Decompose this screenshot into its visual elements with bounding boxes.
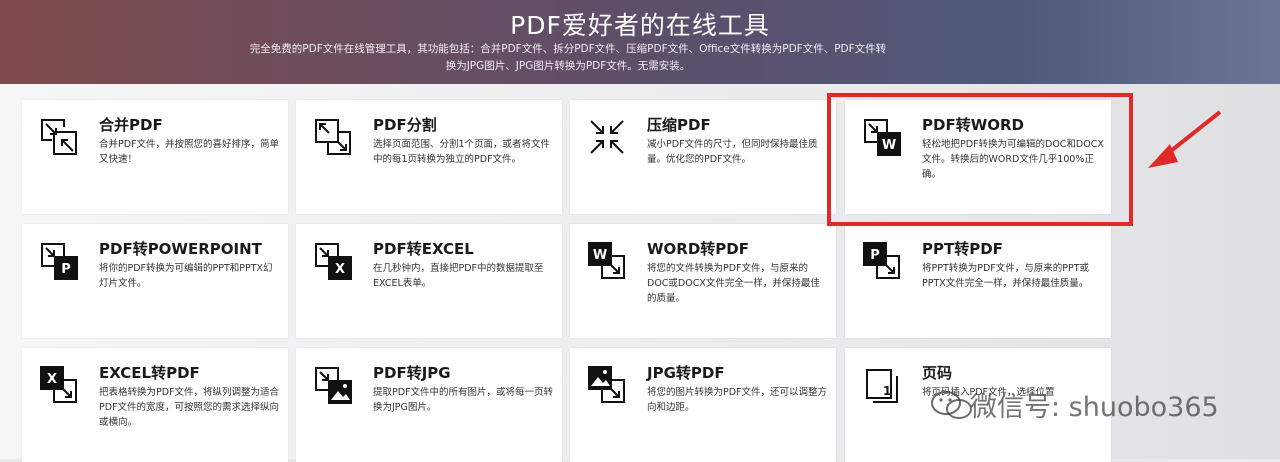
page-subtitle: 完全免费的PDF文件在线管理工具，其功能包括：合并PDF文件、拆分PDF文件、压…: [249, 43, 887, 72]
merge-pdf-icon: [41, 119, 77, 155]
excel-to-pdf-icon: X: [40, 366, 77, 403]
icon-glyph: P: [870, 248, 880, 263]
watermark-text: 微信号: shuobo365: [970, 392, 1219, 423]
tool-title: PDF转EXCEL: [373, 240, 474, 258]
tool-description: 将您的图片转换为PDF文件，还可以调整方向和边距。: [647, 387, 828, 413]
tool-title: PPT转PDF: [922, 240, 1003, 258]
tool-card-pdf-to-powerpoint[interactable]: P PDF转POWERPOINT 将你的PDF转换为可编辑的PPT和PPTX幻灯…: [22, 224, 288, 338]
tool-card-split-pdf[interactable]: PDF分割 选择页面范围、分割1个页面，或者将文件中的每1页转换为独立的PDF文…: [296, 100, 562, 214]
tool-card-word-to-pdf[interactable]: W WORD转PDF 将您的文件转换为PDF文件，与原来的DOC或DOCX文件完…: [570, 224, 836, 338]
tool-description: 减小PDF文件的尺寸，但同时保持最佳质量。优化您的PDF文件。: [647, 139, 818, 165]
red-arrow-icon: [1148, 110, 1222, 168]
watermark: 微信号: shuobo365: [930, 381, 1260, 431]
tool-title: 合并PDF: [99, 116, 163, 134]
tool-title: 压缩PDF: [647, 116, 711, 134]
icon-glyph: W: [593, 248, 607, 263]
jpg-to-pdf-icon: [588, 366, 625, 403]
tool-card-pdf-to-excel[interactable]: X PDF转EXCEL 在几秒钟内，直接把PDF中的数据提取至EXCEL表单。: [296, 224, 562, 338]
icon-glyph: 1: [883, 384, 891, 398]
pdf-to-excel-icon: X: [315, 243, 352, 280]
tool-card-ppt-to-pdf[interactable]: P PPT转PDF 将PPT转换为PDF文件，与原来的PPT或PPTX文件完全一…: [845, 224, 1111, 338]
pdf-to-jpg-icon: [315, 367, 352, 404]
page-header: PDF爱好者的在线工具 完全免费的PDF文件在线管理工具，其功能包括：合并PDF…: [0, 0, 1280, 84]
tool-card-merge-pdf[interactable]: 合并PDF 合并PDF文件，并按照您的喜好排序，简单又快速！: [22, 100, 288, 214]
icon-glyph: X: [335, 262, 345, 277]
tool-title: EXCEL转PDF: [99, 364, 200, 382]
tool-description: 把表格转换为PDF文件，将纵列调整为适合PDF文件的宽度，可按照您的需求选择纵向…: [99, 387, 280, 428]
tool-card-pdf-to-jpg[interactable]: PDF转JPG 提取PDF文件中的所有图片，或将每一页转换为JPG图片。: [296, 348, 562, 462]
split-pdf-icon: [315, 119, 351, 155]
page-title: PDF爱好者的在线工具: [510, 11, 770, 40]
tool-title: 页码: [922, 364, 953, 382]
tool-title: PDF转JPG: [373, 364, 451, 382]
tool-description: 选择页面范围、分割1个页面，或者将文件中的每1页转换为独立的PDF文件。: [373, 139, 551, 165]
tool-description: 将你的PDF转换为可编辑的PPT和PPTX幻灯片文件。: [99, 263, 273, 289]
tool-title: PDF转POWERPOINT: [99, 240, 262, 258]
wechat-icon: [931, 391, 972, 419]
tool-description: 在几秒钟内，直接把PDF中的数据提取至EXCEL表单。: [373, 263, 544, 289]
compress-pdf-icon: [590, 120, 624, 154]
tool-title: JPG转PDF: [647, 364, 725, 382]
tool-description: 将PPT转换为PDF文件，与原来的PPT或PPTX文件完全一样，并保持最佳质量。: [922, 263, 1090, 289]
tool-card-excel-to-pdf[interactable]: X EXCEL转PDF 把表格转换为PDF文件，将纵列调整为适合PDF文件的宽度…: [22, 348, 288, 462]
tool-description: 合并PDF文件，并按照您的喜好排序，简单又快速！: [99, 139, 280, 165]
highlight-box: [827, 93, 1133, 226]
icon-glyph: P: [61, 262, 71, 277]
word-to-pdf-icon: W: [588, 242, 625, 279]
tool-title: PDF分割: [373, 116, 437, 134]
tool-title: WORD转PDF: [647, 240, 749, 258]
tool-description: 将您的文件转换为PDF文件，与原来的DOC或DOCX文件完全一样，并保持最佳的质…: [647, 263, 820, 304]
tool-description: 提取PDF文件中的所有图片，或将每一页转换为JPG图片。: [373, 387, 554, 413]
tool-card-compress-pdf[interactable]: 压缩PDF 减小PDF文件的尺寸，但同时保持最佳质量。优化您的PDF文件。: [570, 100, 836, 214]
pdf-to-powerpoint-icon: P: [41, 243, 78, 280]
icon-glyph: X: [47, 372, 57, 387]
ppt-to-pdf-icon: P: [863, 242, 900, 279]
tool-card-jpg-to-pdf[interactable]: JPG转PDF 将您的图片转换为PDF文件，还可以调整方向和边距。: [570, 348, 836, 462]
page-number-icon: 1: [866, 369, 898, 403]
